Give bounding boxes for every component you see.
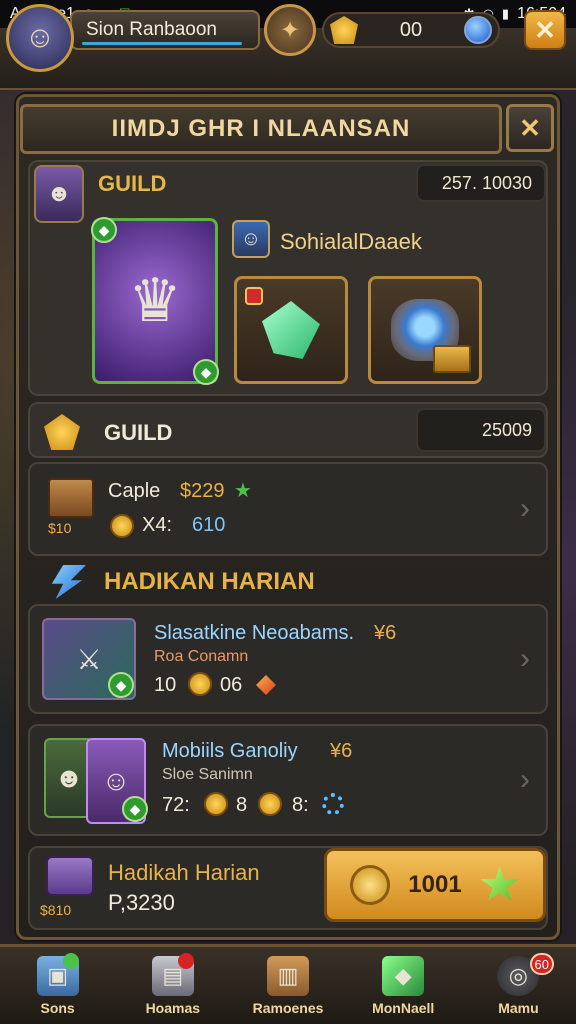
chevron-right-icon: › bbox=[520, 763, 530, 796]
gear-icon bbox=[322, 793, 344, 815]
star-icon bbox=[480, 866, 519, 901]
bottom-nav: ▣ Sons ▤ Hoamas ▥ Ramoenes ◆ MonNaell ◎ … bbox=[0, 944, 576, 1024]
nav-label: MonNaell bbox=[372, 999, 435, 1016]
claim-title: Hadikah Harian bbox=[108, 860, 260, 885]
guild-label: GUILD bbox=[98, 171, 167, 196]
list-item-subtitle: Roa Conamn bbox=[154, 648, 249, 665]
list-item-stat-c: 8: bbox=[292, 794, 309, 816]
hero-badge-icon: ◆ bbox=[108, 672, 134, 698]
nav-badge: 60 bbox=[529, 953, 555, 975]
nav-item-hoamas[interactable]: ▤ Hoamas bbox=[115, 947, 230, 1024]
capture-title: Caple bbox=[108, 480, 161, 502]
item-slot-crystal[interactable] bbox=[234, 276, 348, 384]
player-name-box[interactable]: Sion Ranbaoon bbox=[70, 10, 260, 50]
list-item-stat-b: 8 bbox=[236, 794, 248, 816]
nav-label: Ramoenes bbox=[252, 999, 324, 1016]
gift-box-label: $810 bbox=[40, 902, 72, 918]
coin-icon bbox=[188, 672, 212, 696]
item-slot-shield[interactable] bbox=[368, 276, 482, 384]
capture-sub-a: X4: bbox=[142, 514, 173, 536]
gold-gem-icon bbox=[330, 16, 358, 44]
player-avatar[interactable]: ☺ bbox=[6, 4, 74, 72]
section-header: HADIKAN HARIAN bbox=[104, 568, 315, 595]
guild-row-value-box: 25009 bbox=[416, 408, 546, 452]
guild-value: 257. 10030 bbox=[441, 172, 532, 193]
feature-icon: ☺ bbox=[232, 220, 270, 258]
signal-icon: ▮ bbox=[501, 6, 510, 21]
currency-value: 00 bbox=[399, 18, 423, 41]
currency-box[interactable]: 00 bbox=[322, 12, 500, 48]
list-item-tag: ¥6 bbox=[330, 740, 353, 762]
hero-badge-icon: ◆ bbox=[193, 359, 219, 385]
nav-item-monnaell[interactable]: ◆ MonNaell bbox=[346, 947, 461, 1024]
chest-icon: ▥ bbox=[267, 955, 309, 996]
coin-icon bbox=[258, 792, 282, 816]
xp-bar bbox=[82, 42, 242, 45]
red-tag-icon bbox=[245, 287, 263, 305]
blue-gem-icon bbox=[464, 16, 492, 44]
capture-price: $229 bbox=[180, 480, 225, 502]
hero-figure-icon: ♛ bbox=[128, 267, 182, 334]
close-button-top[interactable]: ✕ bbox=[524, 10, 566, 50]
guild-row-label: GUILD bbox=[104, 420, 173, 445]
coin-icon bbox=[350, 865, 391, 905]
chevron-right-icon: › bbox=[520, 642, 530, 675]
nav-label: Hoamas bbox=[145, 999, 201, 1016]
panel-title: IIMDJ GHR I NLAANSAN bbox=[20, 104, 502, 154]
gem-icon: ◆ bbox=[382, 955, 425, 996]
guild-emblem-icon[interactable]: ✦ bbox=[264, 4, 316, 56]
feature-name: SohialalDaaek bbox=[280, 229, 422, 254]
guild-row-value: 25009 bbox=[481, 419, 532, 440]
hero-badge-icon: ◆ bbox=[122, 796, 148, 822]
chest-label: $10 bbox=[48, 520, 72, 536]
nav-label: Sons bbox=[40, 999, 75, 1016]
claim-amount: P,3230 bbox=[108, 890, 175, 915]
list-item-stat-a: 10 bbox=[154, 674, 177, 696]
guild-value-box: 257. 10030 bbox=[416, 164, 546, 202]
list-item-title: Slasatkine Neoabams. bbox=[154, 622, 355, 644]
list-item-stat-b: 06 bbox=[220, 674, 243, 696]
guild-portrait: ☻ bbox=[34, 165, 84, 223]
chest-tag-icon bbox=[433, 345, 471, 373]
claim-button-value: 1001 bbox=[408, 871, 462, 898]
green-star-icon: ★ bbox=[234, 480, 252, 502]
capture-row[interactable]: › bbox=[28, 462, 548, 556]
nav-item-mamu[interactable]: ◎ 60 Mamu bbox=[461, 947, 576, 1024]
claim-button[interactable]: 1001 bbox=[324, 848, 546, 922]
nav-item-ramoenes[interactable]: ▥ Ramoenes bbox=[230, 947, 345, 1024]
capture-sub-b: 610 bbox=[192, 514, 226, 536]
list-item-subtitle: Sloe Sanimn bbox=[162, 766, 253, 783]
nav-item-sons[interactable]: ▣ Sons bbox=[0, 947, 115, 1024]
coin-icon bbox=[204, 792, 228, 816]
chest-icon bbox=[48, 478, 94, 518]
panel-close-button[interactable]: ✕ bbox=[506, 104, 554, 152]
chevron-right-icon: › bbox=[520, 492, 530, 525]
green-crystal-icon bbox=[262, 301, 320, 359]
list-item-stat-a: 72: bbox=[162, 794, 190, 816]
hero-card[interactable]: ♛ ◆ ◆ bbox=[91, 217, 219, 385]
player-name: Sion Ranbaoon bbox=[86, 19, 217, 40]
coin-icon bbox=[110, 514, 134, 538]
list-item-title: Mobiils Ganoliy bbox=[162, 740, 298, 762]
list-item-tag: ¥6 bbox=[374, 622, 397, 644]
nav-label: Mamu bbox=[498, 999, 539, 1016]
gift-box-icon bbox=[46, 856, 94, 896]
hero-badge-icon: ◆ bbox=[91, 217, 117, 243]
